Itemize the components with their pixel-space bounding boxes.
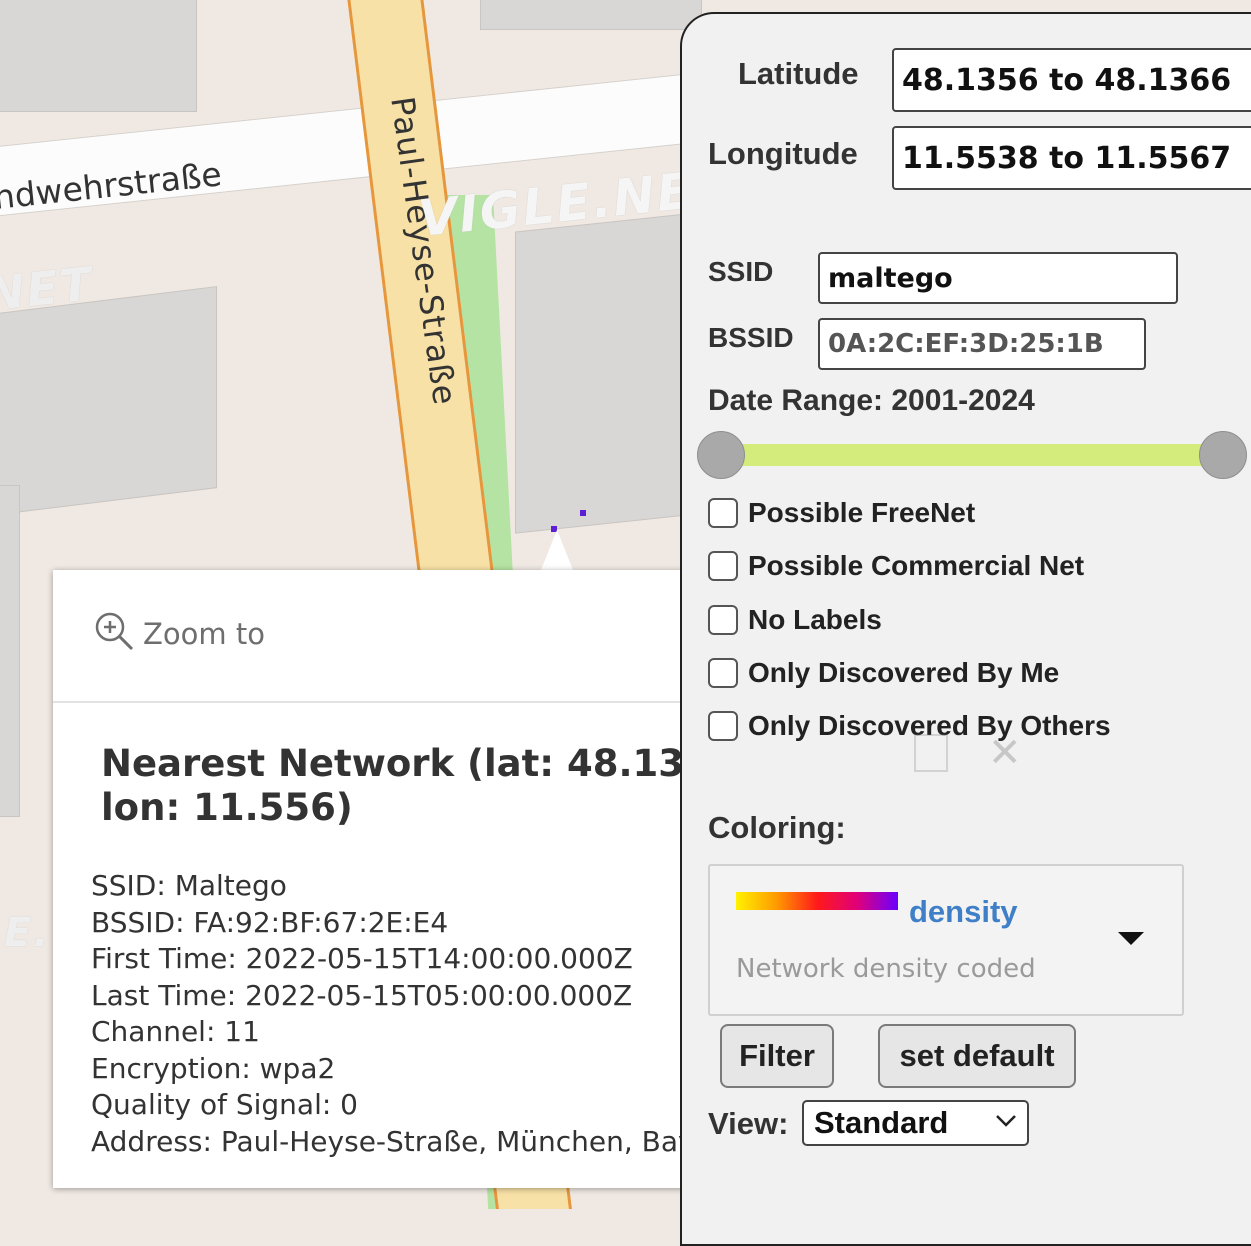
date-range-start-handle[interactable] — [697, 431, 745, 479]
network-marker[interactable] — [580, 510, 586, 516]
checkbox-only-by-others[interactable]: Only Discovered By Others — [708, 710, 1111, 742]
set-default-button[interactable]: set default — [878, 1024, 1076, 1088]
coloring-description: Network density coded — [736, 954, 1036, 984]
ssid-input[interactable] — [818, 252, 1178, 304]
checkbox-label: Possible FreeNet — [748, 497, 976, 528]
date-range-label: Date Range: 2001-2024 — [708, 384, 1035, 417]
longitude-label: Longitude — [708, 136, 858, 171]
view-selected-value: Standard — [814, 1105, 949, 1140]
detail-first-time: First Time: 2022-05-15T14:00:00.000Z — [91, 942, 633, 975]
coloring-label: Coloring: — [708, 810, 846, 845]
checkbox-box[interactable] — [708, 605, 738, 635]
bssid-input[interactable] — [818, 318, 1146, 370]
checkbox-box[interactable] — [708, 498, 738, 528]
zoom-to-button[interactable]: Zoom to — [93, 612, 265, 654]
building-block — [0, 286, 217, 516]
detail-encryption: Encryption: wpa2 — [91, 1051, 336, 1085]
detail-quality: Quality of Signal: 0 — [91, 1088, 358, 1121]
watermark-logo: E. — [4, 910, 51, 956]
longitude-input[interactable] — [892, 126, 1251, 190]
checkbox-label: No Labels — [748, 604, 882, 635]
popup-pointer — [541, 530, 573, 570]
latitude-input[interactable] — [892, 48, 1251, 112]
coloring-select[interactable]: density Network density coded — [708, 864, 1184, 1016]
ghost-close-icon: ✕ — [988, 730, 1022, 776]
view-select[interactable]: Standard — [802, 1100, 1029, 1146]
detail-channel: Channel: 11 — [91, 1015, 260, 1048]
building-block — [0, 0, 197, 112]
checkbox-possible-freenet[interactable]: Possible FreeNet — [708, 497, 975, 529]
latitude-label: Latitude — [738, 56, 859, 91]
checkbox-box[interactable] — [708, 711, 738, 741]
detail-last-time: Last Time: 2022-05-15T05:00:00.000Z — [91, 978, 633, 1012]
chevron-down-icon — [995, 1114, 1017, 1133]
checkbox-only-by-me[interactable]: Only Discovered By Me — [708, 657, 1059, 689]
checkbox-label: Possible Commercial Net — [748, 550, 1085, 581]
bssid-label: BSSID — [708, 322, 794, 353]
ghost-copy-icon — [914, 734, 948, 772]
popup-divider — [53, 701, 693, 703]
checkbox-no-labels[interactable]: No Labels — [708, 604, 882, 636]
checkbox-label: Only Discovered By Me — [748, 657, 1060, 688]
zoom-in-icon — [93, 610, 135, 659]
building-block — [515, 212, 697, 534]
coloring-name: density — [909, 894, 1018, 929]
checkbox-box[interactable] — [708, 658, 738, 688]
detail-ssid: SSID: Maltego — [91, 869, 287, 902]
building-block — [0, 485, 20, 817]
checkbox-possible-commercial[interactable]: Possible Commercial Net — [708, 550, 1084, 582]
ssid-label: SSID — [708, 256, 774, 287]
view-label: View: — [708, 1106, 789, 1141]
network-popup: Zoom to Nearest Network (lat: 48.136, lo… — [53, 570, 693, 1188]
filter-button[interactable]: Filter — [720, 1024, 834, 1088]
watermark-logo: NET — [0, 256, 96, 322]
date-range-end-handle[interactable] — [1199, 431, 1247, 479]
caret-down-icon — [1118, 932, 1144, 945]
detail-bssid: BSSID: FA:92:BF:67:2E:E4 — [91, 905, 449, 939]
checkbox-box[interactable] — [708, 551, 738, 581]
date-range-slider[interactable] — [720, 444, 1225, 466]
zoom-to-label: Zoom to — [143, 617, 265, 651]
popup-title: Nearest Network (lat: 48.136, lon: 11.55… — [101, 742, 693, 829]
density-gradient-swatch — [736, 892, 898, 910]
filter-panel: Latitude Longitude SSID BSSID Date Range… — [680, 12, 1251, 1246]
building-block — [480, 0, 702, 30]
network-details: SSID: Maltego BSSID: FA:92:BF:67:2E:E4 F… — [91, 868, 693, 1160]
detail-address: Address: Paul-Heyse-Straße, München, Bay… — [91, 1124, 693, 1158]
